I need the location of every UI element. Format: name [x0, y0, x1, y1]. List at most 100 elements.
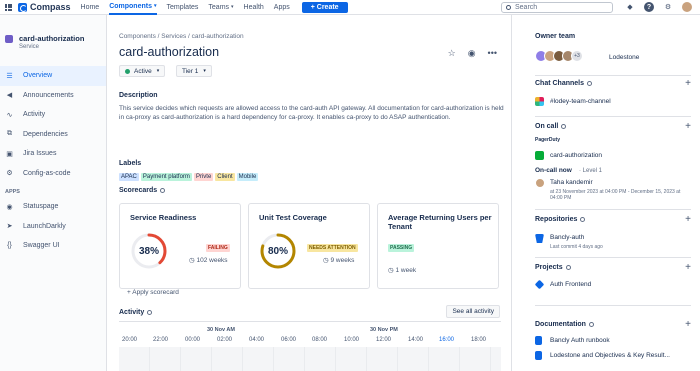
info-icon[interactable] — [147, 309, 153, 315]
launchdarkly-icon: ➤ — [6, 223, 13, 231]
watch-eye-icon[interactable]: ◉ — [468, 48, 476, 59]
scorecard-unit-test-coverage[interactable]: Unit Test Coverage 80% NEEDS ATTENTION ◷… — [248, 203, 370, 289]
breadcrumb[interactable]: Components / Services / card-authorizati… — [119, 33, 244, 40]
scorecard-time: ◷ 1 week — [388, 266, 416, 274]
on-call-level: · Level 1 — [579, 168, 603, 174]
label-tag[interactable]: Client — [215, 173, 235, 181]
scorecards-heading-text: Scorecards — [119, 187, 158, 194]
star-icon[interactable]: ☆ — [448, 48, 456, 59]
add-repository-icon[interactable]: + — [685, 215, 691, 225]
help-icon[interactable]: ? — [644, 2, 654, 12]
scorecard-service-readiness[interactable]: Service Readiness 38% FAILING ◷ 102 week… — [119, 203, 241, 289]
scorecard-title: Service Readiness — [130, 213, 197, 222]
sidebar-item-dependencies[interactable]: ⧉ Dependencies — [0, 125, 106, 145]
activity-heading: Activity — [119, 309, 153, 316]
sidebar-item-label: Swagger UI — [23, 242, 60, 250]
documentation-link[interactable]: Bancly Auth runbook — [550, 337, 610, 344]
sidebar-nav: ☰ Overview ◀ Announcements ∿ Activity ⧉ Depe… — [0, 66, 106, 256]
notifications-icon[interactable]: ◆ — [625, 2, 635, 12]
settings-gear-icon[interactable]: ⚙ — [663, 2, 673, 12]
status-dropdown[interactable]: Active ▾ — [119, 65, 166, 77]
app-switcher-icon[interactable] — [5, 3, 12, 11]
on-call-time: at 23 November 2023 at 04:00 PM - Decemb… — [550, 189, 681, 201]
info-icon[interactable] — [580, 216, 586, 222]
sidebar-item-announcements[interactable]: ◀ Announcements — [0, 86, 106, 106]
nav-apps[interactable]: Apps — [274, 0, 290, 15]
sidebar-item-launchdarkly[interactable]: ➤ LaunchDarkly — [0, 217, 106, 237]
user-avatar[interactable] — [682, 2, 692, 12]
project-link[interactable]: Auth Frontend — [550, 281, 591, 288]
timeline-hour: 22:00 — [153, 337, 169, 343]
nav-templates[interactable]: Templates — [167, 0, 199, 15]
on-call-heading-text: On call — [535, 123, 559, 130]
label-tag[interactable]: Privte — [193, 173, 214, 181]
description-heading: Description — [119, 92, 158, 99]
nav-home[interactable]: Home — [81, 0, 100, 15]
nav-components[interactable]: Components ▾ — [109, 0, 157, 15]
sidebar-item-activity[interactable]: ∿ Activity — [0, 105, 106, 125]
main-content: Components / Services / card-authorizati… — [108, 15, 511, 371]
divider — [535, 257, 691, 258]
repository-last-commit: Last commit 4 days ago — [550, 244, 603, 250]
add-on-call-icon[interactable]: + — [685, 122, 691, 132]
add-project-icon[interactable]: + — [685, 263, 691, 273]
chat-channel-link[interactable]: #lodey-team-channel — [550, 98, 611, 105]
divider — [535, 75, 691, 76]
repository-link[interactable]: Bancly-auth — [550, 234, 584, 241]
nav-components-label: Components — [109, 2, 152, 10]
nav-health[interactable]: Health — [244, 0, 264, 15]
see-all-activity-button[interactable]: See all activity — [446, 305, 500, 318]
description-text: This service decides which requests are … — [119, 105, 504, 121]
scorecard-time-text: 1 week — [395, 267, 417, 274]
on-call-service-link[interactable]: card-authorization — [550, 152, 602, 159]
info-icon[interactable] — [587, 80, 593, 86]
labels-list: APAC Payment platform Privte Client Mobi… — [119, 173, 259, 181]
title-actions: ☆ ◉ ••• — [448, 48, 497, 59]
add-chat-channel-icon[interactable]: + — [685, 79, 691, 89]
label-tag[interactable]: APAC — [119, 173, 139, 181]
divider — [535, 116, 691, 117]
on-call-person[interactable]: Taha kandemir — [550, 179, 593, 186]
info-icon[interactable] — [561, 123, 567, 129]
apply-scorecard-button[interactable]: + Apply scorecard — [127, 289, 179, 296]
sidebar-item-config-as-code[interactable]: ⚙ Config-as-code — [0, 164, 106, 184]
label-tag[interactable]: Payment platform — [140, 173, 192, 181]
compass-logo[interactable]: Compass — [18, 2, 71, 12]
timeline-hour: 00:00 — [185, 337, 201, 343]
timeline-track[interactable] — [119, 347, 501, 371]
sidebar-item-jira-issues[interactable]: ▣ Jira Issues — [0, 144, 106, 164]
create-button[interactable]: + Create — [301, 1, 348, 13]
sidebar-item-overview[interactable]: ☰ Overview — [0, 66, 106, 86]
scorecard-title: Average Returning Users per Tenant — [388, 213, 492, 231]
megaphone-icon: ◀ — [6, 92, 13, 100]
repositories-heading-text: Repositories — [535, 216, 578, 223]
owner-avatars[interactable]: +3 — [535, 50, 583, 62]
component-name: card-authorization — [19, 34, 85, 43]
documentation-link[interactable]: Lodestone and Objectives & Key Result... — [550, 352, 670, 359]
tier-dropdown[interactable]: Tier 1 ▾ — [176, 65, 212, 77]
more-options-icon[interactable]: ••• — [488, 48, 497, 59]
search-input[interactable]: Search — [501, 2, 613, 13]
slack-icon — [535, 97, 544, 106]
owner-team-name[interactable]: Lodestone — [609, 54, 639, 61]
code-icon: ⚙ — [6, 170, 13, 178]
info-icon[interactable] — [565, 264, 571, 270]
info-icon[interactable] — [588, 321, 594, 327]
component-header: card-authorization Service — [0, 15, 106, 50]
activity-timeline: 30 Nov AM 30 Nov PM 20:00 22:00 00:00 02… — [119, 321, 501, 371]
nav-teams[interactable]: Teams ▾ — [208, 0, 233, 15]
scorecard-average-returning-users[interactable]: Average Returning Users per Tenant PASSI… — [377, 203, 499, 289]
info-icon[interactable] — [160, 187, 166, 193]
scorecard-score: 80% — [267, 245, 288, 257]
sidebar-item-swagger-ui[interactable]: {} Swagger UI — [0, 236, 106, 256]
nav-teams-label: Teams — [208, 3, 230, 11]
label-tag[interactable]: Mobile — [236, 173, 259, 181]
divider — [535, 305, 691, 306]
add-documentation-icon[interactable]: + — [685, 320, 691, 330]
sidebar-item-label: LaunchDarkly — [23, 222, 66, 230]
chat-channels-heading: Chat Channels — [535, 80, 593, 87]
sidebar-item-statuspage[interactable]: ◉ Statuspage — [0, 197, 106, 217]
labels-heading: Labels — [119, 160, 142, 167]
left-sidebar: card-authorization Service ☰ Overview ◀ An… — [0, 15, 107, 371]
component-type: Service — [19, 44, 40, 50]
